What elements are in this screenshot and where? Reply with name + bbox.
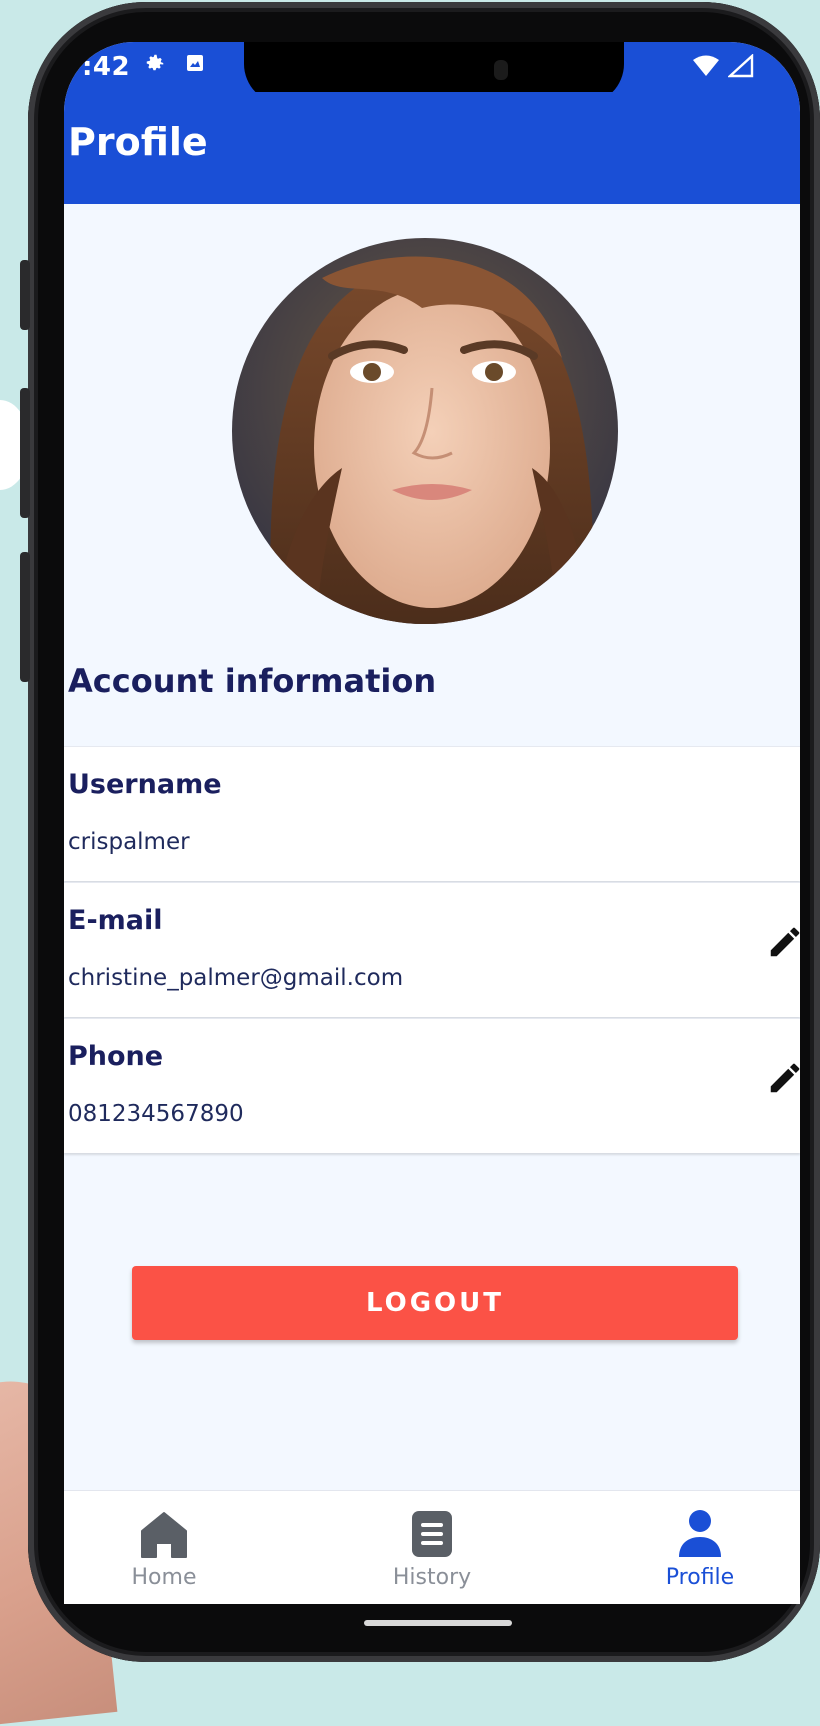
- app-screen: :42 Profile Account information Username…: [64, 42, 800, 1604]
- side-button: [20, 388, 30, 518]
- username-value: crispalmer: [68, 829, 190, 855]
- side-button: [20, 260, 30, 330]
- edit-phone-pencil-icon[interactable]: [762, 1055, 800, 1101]
- phone-label: Phone: [68, 1041, 164, 1072]
- wifi-icon: [692, 55, 720, 81]
- nav-label-history: History: [392, 1565, 472, 1590]
- email-value: christine_palmer@gmail.com: [68, 965, 404, 991]
- status-icons: [144, 52, 206, 74]
- logout-button[interactable]: LOGOUT: [132, 1266, 738, 1340]
- edit-email-pencil-icon[interactable]: [762, 919, 800, 965]
- profile-avatar[interactable]: [232, 238, 618, 624]
- status-right-icons: [692, 53, 754, 82]
- status-time: :42: [82, 52, 131, 82]
- nav-item-history[interactable]: History: [332, 1505, 532, 1590]
- bottom-navigation: Home History Profile: [64, 1490, 800, 1604]
- image-notification-icon: [184, 52, 206, 74]
- profile-icon: [600, 1505, 800, 1559]
- history-icon: [332, 1505, 532, 1559]
- nav-item-home[interactable]: Home: [64, 1505, 264, 1590]
- nav-label-profile: Profile: [665, 1565, 735, 1590]
- username-label: Username: [68, 769, 222, 800]
- status-bar: :42: [64, 42, 800, 104]
- account-section-title: Account information: [68, 662, 437, 700]
- camera-sensor: [494, 60, 508, 80]
- page-title: Profile: [68, 120, 208, 164]
- gear-icon: [144, 52, 166, 74]
- phone-row: Phone 081234567890: [64, 1018, 800, 1153]
- signal-icon: [726, 53, 754, 82]
- home-indicator[interactable]: [364, 1620, 512, 1626]
- app-bar: Profile: [64, 92, 800, 204]
- side-button: [20, 552, 30, 682]
- nav-label-home: Home: [131, 1565, 197, 1590]
- email-row: E-mail christine_palmer@gmail.com: [64, 882, 800, 1017]
- email-label: E-mail: [68, 905, 163, 936]
- nav-item-profile[interactable]: Profile: [600, 1505, 800, 1590]
- phone-value: 081234567890: [68, 1101, 244, 1127]
- username-row: Username crispalmer: [64, 746, 800, 881]
- home-icon: [64, 1505, 264, 1559]
